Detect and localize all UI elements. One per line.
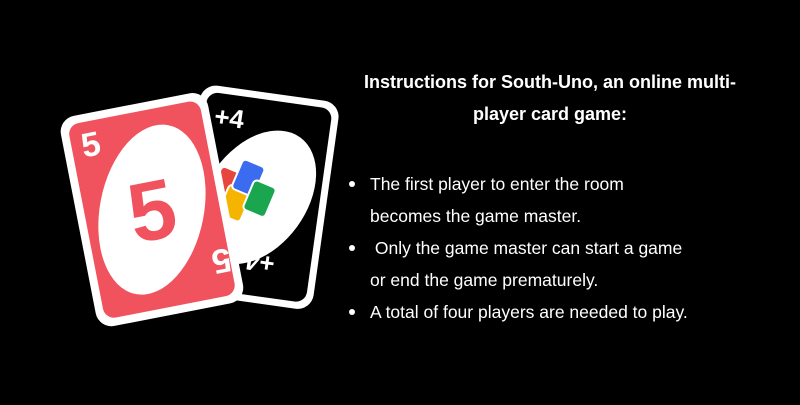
rule-1-line-1: The first player to enter the room: [370, 174, 624, 194]
rule-3-line-1: A total of four players are needed to pl…: [370, 302, 688, 322]
rules-list: The first player to enter the room becom…: [330, 168, 770, 328]
instructions-title-line-1: Instructions for South-Uno, an online mu…: [364, 72, 736, 92]
rule-item: The first player to enter the room becom…: [349, 168, 770, 232]
wild-card-corner-bottom: +4: [243, 245, 277, 279]
uno-cards-graphic: +4 +4 5 5 5: [60, 85, 339, 327]
rule-item: Only the game master can start a game or…: [349, 232, 770, 296]
rule-2-line-1: Only the game master can start a game: [370, 238, 683, 258]
card-illustration: +4 +4 5 5 5: [0, 0, 380, 400]
rule-2-line-2: or end the game prematurely.: [370, 270, 599, 290]
wild-card-corner-top: +4: [213, 101, 247, 135]
rule-item: A total of four players are needed to pl…: [349, 296, 770, 328]
rule-1-line-2: becomes the game master.: [370, 206, 582, 226]
instructions-title-line-2: player card game:: [472, 104, 628, 124]
instructions-title: Instructions for South-Uno, an online mu…: [330, 66, 770, 130]
instructions-panel: Instructions for South-Uno, an online mu…: [330, 66, 770, 328]
